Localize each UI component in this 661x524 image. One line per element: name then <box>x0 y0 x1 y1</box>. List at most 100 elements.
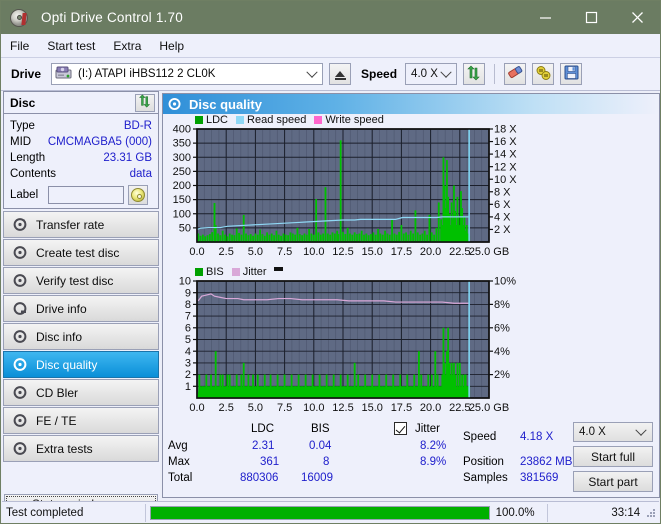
menu-file[interactable]: File <box>1 37 38 55</box>
disc-mid-label: MID <box>10 136 31 148</box>
svg-text:5: 5 <box>185 334 191 346</box>
disc-write-icon <box>9 245 31 260</box>
main-panel-title: Disc quality <box>189 97 262 112</box>
menu-start-test-label: Start test <box>47 39 95 53</box>
sidebar-item-disc-info[interactable]: Disc info <box>3 323 159 350</box>
bis-chart-canvas[interactable]: 123456789102%4%6%8%10%0.02.55.07.510.012… <box>163 266 659 418</box>
bitsetting-button[interactable] <box>532 63 554 85</box>
svg-text:8: 8 <box>185 299 191 311</box>
speed-select[interactable]: 4.0 X <box>405 63 457 85</box>
main-panel: Disc quality LDC Read speed Write speed … <box>162 93 660 498</box>
svg-text:3: 3 <box>185 358 191 370</box>
stats-position-label: Position <box>463 456 504 468</box>
svg-text:7.5: 7.5 <box>277 246 292 258</box>
stats-row-max-label: Max <box>168 456 190 468</box>
start-full-button[interactable]: Start full <box>573 446 653 467</box>
svg-text:2%: 2% <box>494 369 510 381</box>
close-button[interactable] <box>614 1 660 34</box>
menu-file-label: File <box>10 39 29 53</box>
svg-text:17.5: 17.5 <box>391 246 412 258</box>
stats-row-avg-label: Avg <box>168 440 188 452</box>
stats-panel: LDC BIS Jitter Avg 2.31 0.04 8.2% Max 36… <box>163 419 659 497</box>
eject-button[interactable] <box>329 63 351 85</box>
disc-info-icon <box>9 329 31 344</box>
svg-text:20.0: 20.0 <box>420 246 441 258</box>
disc-row-contents: Contents data <box>10 166 152 182</box>
disc-panel: Disc Type BD-R MID CMCM <box>3 91 159 209</box>
refresh-button[interactable] <box>463 63 485 85</box>
svg-text:20.0: 20.0 <box>420 402 441 414</box>
sidebar-item-extra-tests[interactable]: Extra tests <box>3 435 159 462</box>
svg-text:400: 400 <box>173 124 191 136</box>
menu-start-test[interactable]: Start test <box>38 37 104 55</box>
sidebar-item-fe-te[interactable]: FE / TE <box>3 407 159 434</box>
stats-total-ldc: 880306 <box>240 472 278 484</box>
stats-max-jitter: 8.9% <box>420 456 446 468</box>
maximize-button[interactable] <box>568 1 614 34</box>
disc-quality-icon <box>168 97 182 111</box>
erase-button[interactable] <box>504 63 526 85</box>
drive-select[interactable]: (I:) ATAPI iHBS112 2 CL0K <box>51 63 323 85</box>
main-panel-header: Disc quality <box>163 94 659 114</box>
sidebar-item-label: Drive info <box>36 302 87 316</box>
test-speed-select[interactable]: 4.0 X <box>573 422 653 442</box>
toolbar: Drive (I:) ATAPI iHBS112 2 CL0K Speed 4.… <box>1 58 660 91</box>
sidebar-item-create-test-disc[interactable]: Create test disc <box>3 239 159 266</box>
status-message: Test completed <box>2 502 145 524</box>
svg-text:7.5: 7.5 <box>277 402 292 414</box>
disc-label-button[interactable] <box>128 185 148 205</box>
drive-value: (I:) ATAPI iHBS112 2 CL0K <box>78 68 215 80</box>
svg-text:6: 6 <box>185 322 191 334</box>
sidebar-item-label: CD Bler <box>36 386 78 400</box>
sidebar-item-label: Disc quality <box>36 358 97 372</box>
stats-row-total-label: Total <box>168 472 192 484</box>
disc-label-input[interactable] <box>48 186 124 204</box>
svg-text:6%: 6% <box>494 322 510 334</box>
sidebar-item-transfer-rate[interactable]: Transfer rate <box>3 211 159 238</box>
stats-speed-value: 4.18 X <box>520 431 553 443</box>
app-icon <box>9 7 31 29</box>
floppy-save-icon <box>564 65 579 83</box>
sidebar-item-label: Transfer rate <box>36 218 104 232</box>
sidebar-item-label: FE / TE <box>36 414 76 428</box>
resize-grip[interactable] <box>646 508 656 518</box>
svg-text:12 X: 12 X <box>494 161 517 173</box>
sidebar-item-disc-quality[interactable]: Disc quality <box>3 351 159 378</box>
jitter-checkbox[interactable] <box>394 422 407 435</box>
sidebar-nav: Transfer rate Create test disc Verify te… <box>3 211 159 463</box>
sidebar-item-drive-info[interactable]: Drive info <box>3 295 159 322</box>
disc-panel-header: Disc <box>4 92 158 114</box>
menu-extra[interactable]: Extra <box>104 37 150 55</box>
sidebar-item-verify-test-disc[interactable]: Verify test disc <box>3 267 159 294</box>
ldc-chart: LDC Read speed Write speed 5010015020025… <box>163 114 659 264</box>
disc-refresh-button[interactable] <box>135 94 155 112</box>
menu-extra-label: Extra <box>113 39 141 53</box>
svg-text:7: 7 <box>185 311 191 323</box>
svg-text:4: 4 <box>185 346 191 358</box>
save-button[interactable] <box>560 63 582 85</box>
menu-bar: File Start test Extra Help <box>1 34 660 58</box>
ldc-chart-canvas[interactable]: 501001502002503003504002 X4 X6 X8 X10 X1… <box>163 114 659 264</box>
disc-test-icon <box>9 217 31 232</box>
svg-text:200: 200 <box>173 180 191 192</box>
extra-tests-icon <box>9 441 31 456</box>
jitter-label: Jitter <box>415 423 440 435</box>
disc-type-label: Type <box>10 120 35 132</box>
svg-text:0.0: 0.0 <box>189 246 204 258</box>
svg-text:2.5: 2.5 <box>219 402 234 414</box>
sidebar-item-label: Create test disc <box>36 246 119 260</box>
disc-type-value: BD-R <box>124 120 152 132</box>
progress-track <box>150 506 490 520</box>
stats-avg-ldc: 2.31 <box>252 440 274 452</box>
svg-text:10: 10 <box>179 276 191 288</box>
minimize-button[interactable] <box>522 1 568 34</box>
start-part-button[interactable]: Start part <box>573 471 653 492</box>
sidebar-item-cd-bler[interactable]: CD Bler <box>3 379 159 406</box>
svg-text:2.5: 2.5 <box>219 246 234 258</box>
stats-max-ldc: 361 <box>260 456 279 468</box>
svg-text:25.0 GB: 25.0 GB <box>469 402 509 414</box>
stats-speed-label: Speed <box>463 431 496 443</box>
drive-info-icon <box>9 301 31 316</box>
menu-help[interactable]: Help <box>150 37 193 55</box>
disc-length-value: 23.31 GB <box>103 152 152 164</box>
